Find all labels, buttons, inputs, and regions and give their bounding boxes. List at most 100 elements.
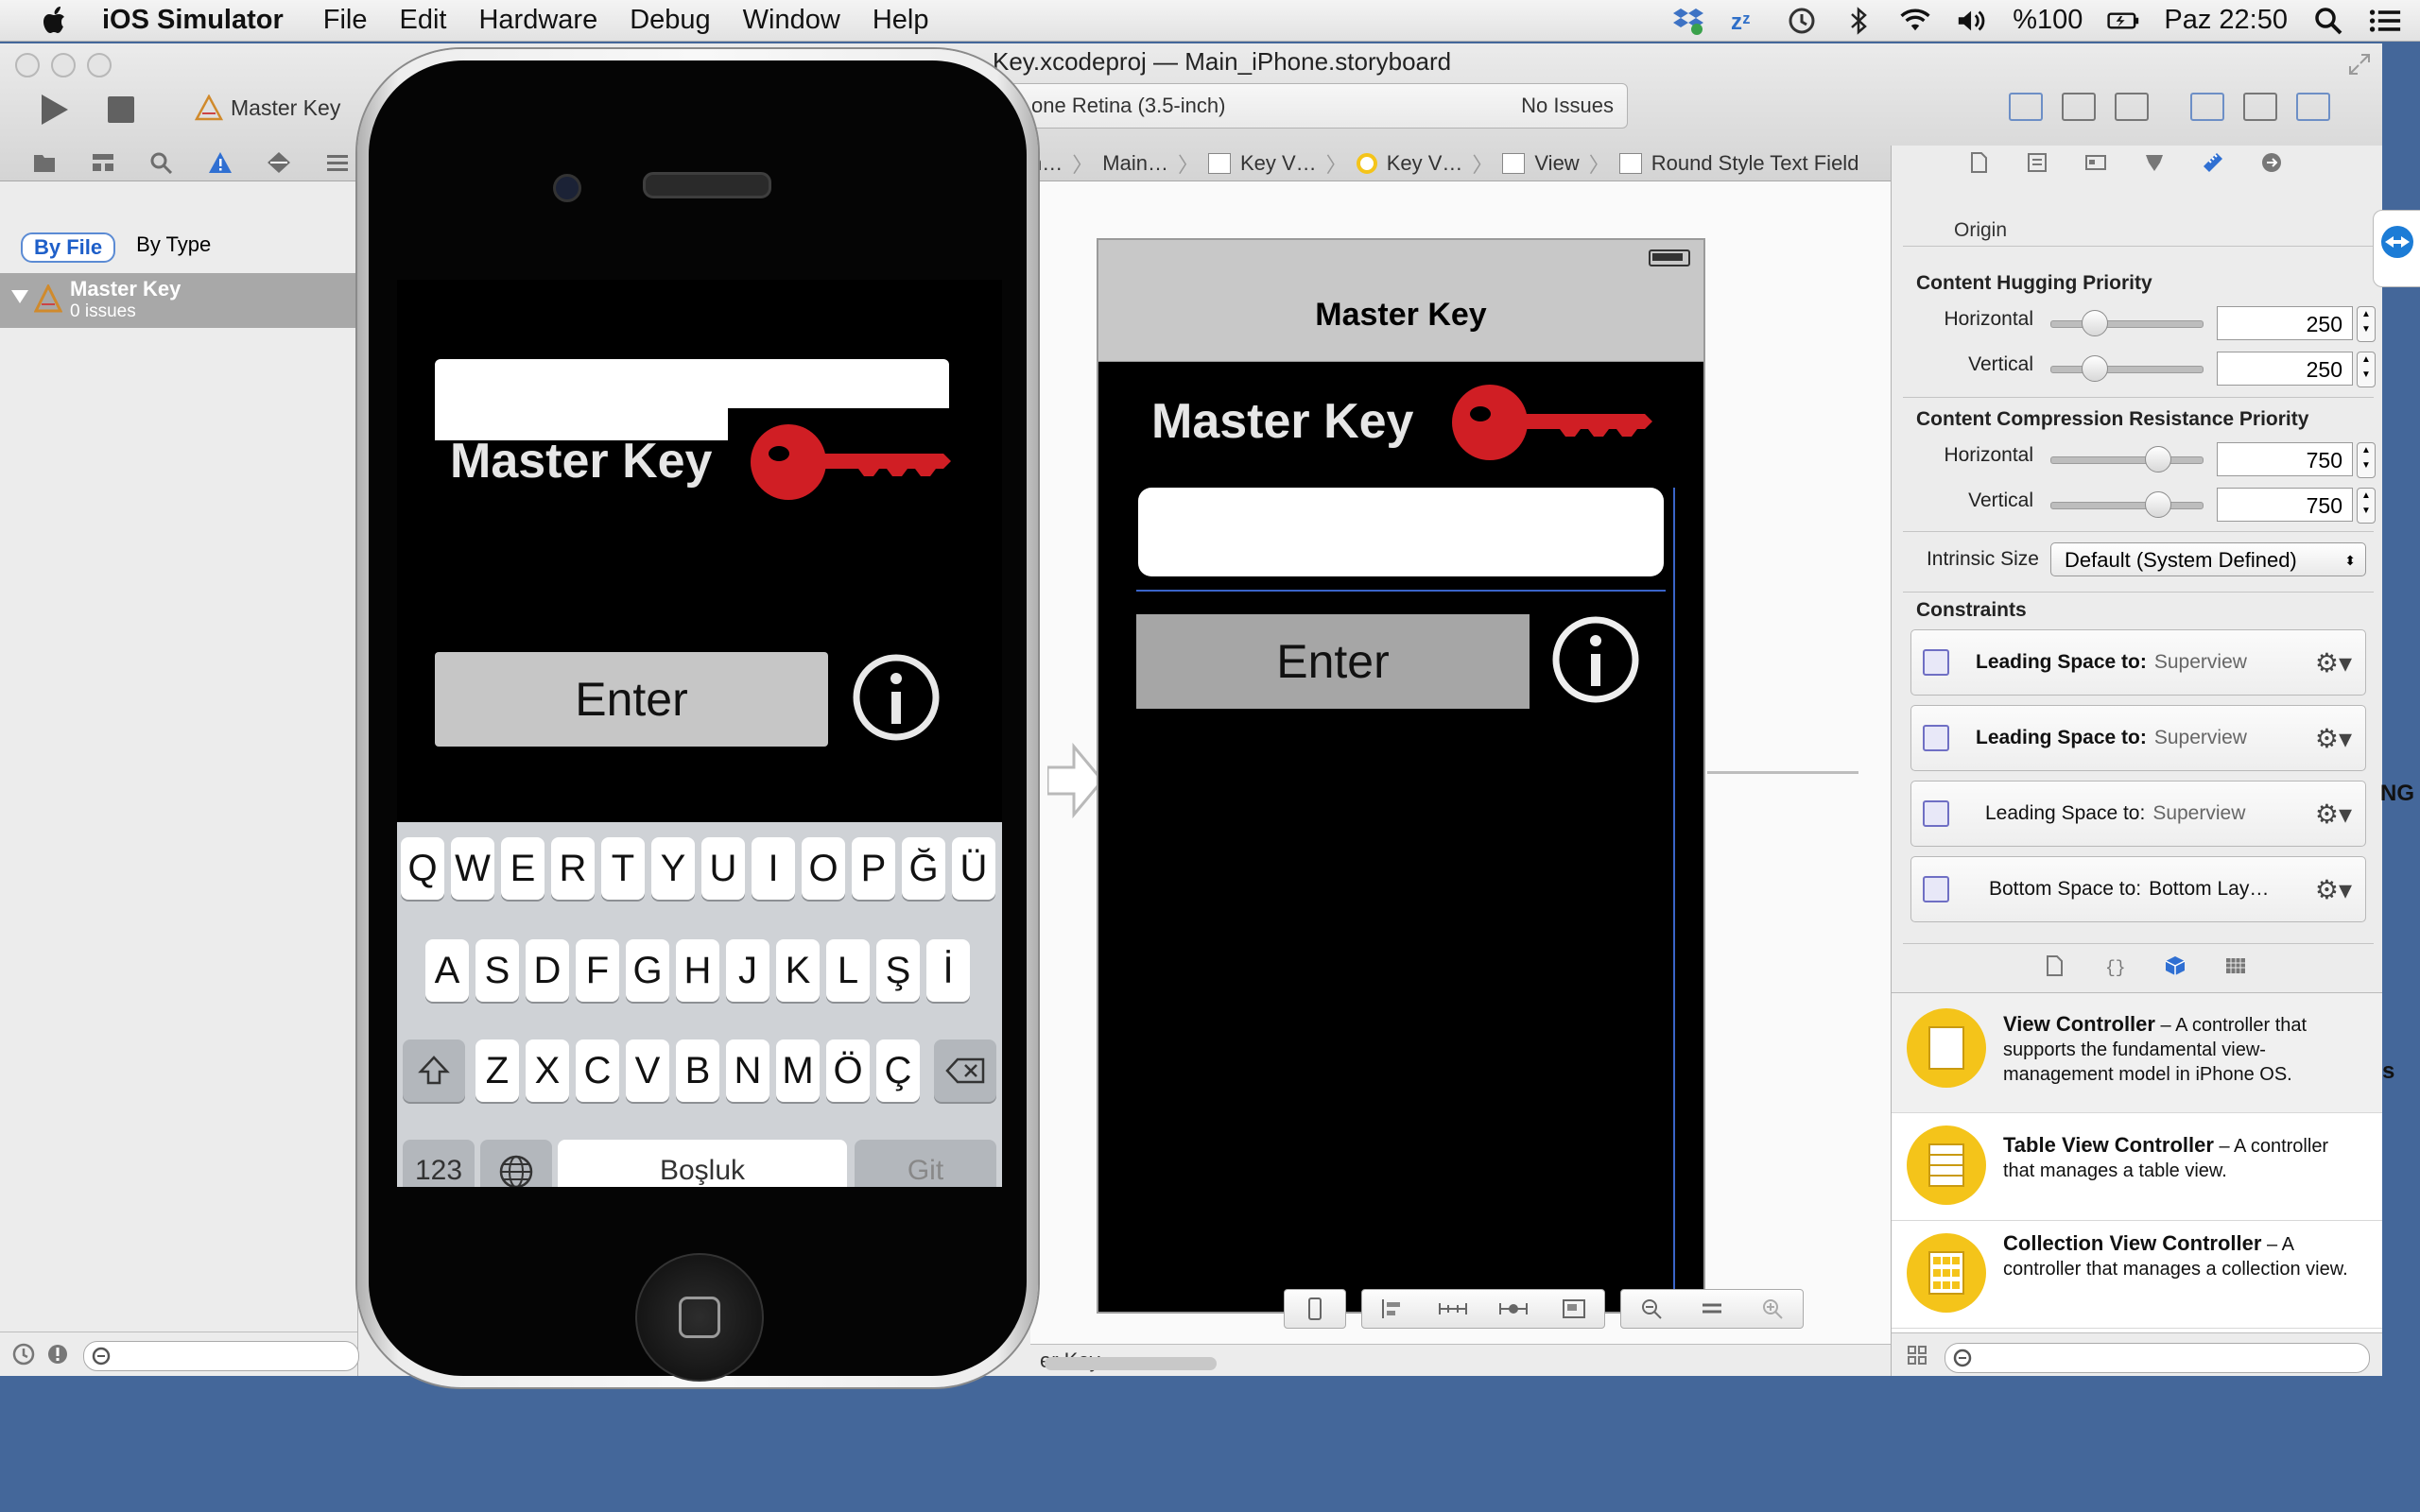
key[interactable]: E bbox=[501, 837, 544, 900]
hugging-horizontal-stepper[interactable]: ▲ ▼ bbox=[2357, 306, 2376, 342]
issues-filter-icon[interactable] bbox=[45, 1342, 70, 1366]
run-button[interactable] bbox=[38, 93, 72, 127]
object-library-icon[interactable] bbox=[2164, 954, 2187, 977]
file-template-library-icon[interactable] bbox=[2043, 954, 2066, 977]
compression-horizontal-field[interactable]: 750 bbox=[2217, 442, 2353, 476]
app-menu[interactable]: iOS Simulator bbox=[102, 5, 284, 36]
key[interactable]: K bbox=[776, 939, 820, 1002]
sim-text-field[interactable] bbox=[435, 359, 949, 408]
menu-file[interactable]: File bbox=[323, 5, 368, 36]
key[interactable]: R bbox=[551, 837, 595, 900]
constraint-item[interactable]: Leading Space to: Superview ⚙▾ bbox=[1910, 781, 2366, 847]
compression-horizontal-slider[interactable] bbox=[2050, 446, 2204, 472]
jumpbar-item[interactable]: View bbox=[1534, 151, 1579, 176]
fullscreen-icon[interactable] bbox=[2346, 51, 2373, 77]
hugging-horizontal-field[interactable]: 250 bbox=[2217, 306, 2353, 340]
wifi-icon[interactable] bbox=[1899, 5, 1931, 37]
key[interactable]: P bbox=[852, 837, 895, 900]
key-image-icon[interactable] bbox=[1446, 380, 1654, 465]
size-inspector-icon[interactable] bbox=[2202, 151, 2224, 174]
key[interactable]: F bbox=[576, 939, 619, 1002]
shift-key[interactable] bbox=[403, 1040, 465, 1102]
time-machine-icon[interactable] bbox=[1786, 5, 1818, 37]
compression-vertical-stepper[interactable]: ▲ ▼ bbox=[2357, 488, 2376, 524]
debug-navigator-icon[interactable] bbox=[325, 151, 350, 174]
apple-logo-icon[interactable] bbox=[36, 2, 74, 40]
connections-inspector-icon[interactable] bbox=[2260, 151, 2283, 174]
zoom-fit-icon[interactable] bbox=[1682, 1290, 1742, 1328]
device-screen[interactable]: Master Key Enter Q W E R T Y U I O P Ğ Ü bbox=[397, 280, 1002, 1187]
key[interactable]: İ bbox=[926, 939, 970, 1002]
form-factor-icon[interactable] bbox=[1285, 1290, 1345, 1328]
media-library-icon[interactable] bbox=[2224, 954, 2247, 977]
gear-icon[interactable]: ⚙▾ bbox=[2315, 874, 2352, 905]
key[interactable]: N bbox=[726, 1040, 769, 1102]
dropbox-icon[interactable] bbox=[1672, 5, 1704, 37]
teamviewer-widget[interactable] bbox=[2373, 210, 2420, 287]
by-file-filter[interactable]: By File bbox=[21, 232, 116, 263]
key[interactable]: C bbox=[576, 1040, 619, 1102]
key[interactable]: B bbox=[676, 1040, 719, 1102]
sleep-icon[interactable]: zᶻ bbox=[1729, 5, 1761, 37]
constraint-item[interactable]: Bottom Space to: Bottom Lay… ⚙▾ bbox=[1910, 856, 2366, 922]
delete-key[interactable] bbox=[934, 1040, 996, 1102]
slider-knob[interactable] bbox=[2144, 491, 2171, 518]
jumpbar-item[interactable]: Key V… bbox=[1387, 151, 1463, 176]
compression-vertical-slider[interactable] bbox=[2050, 491, 2204, 518]
standard-editor-icon[interactable] bbox=[2009, 93, 2043, 121]
quick-help-icon[interactable] bbox=[2026, 151, 2048, 174]
project-row[interactable]: Master Key 0 issues bbox=[0, 273, 357, 328]
space-key[interactable]: Boşluk bbox=[558, 1140, 847, 1187]
bluetooth-icon[interactable] bbox=[1842, 5, 1875, 37]
globe-key[interactable] bbox=[480, 1140, 552, 1187]
hugging-vertical-stepper[interactable]: ▲ ▼ bbox=[2357, 352, 2376, 387]
align-icon[interactable] bbox=[1362, 1290, 1423, 1328]
navigator-search-field[interactable] bbox=[83, 1341, 359, 1371]
key[interactable]: V bbox=[626, 1040, 669, 1102]
gear-icon[interactable]: ⚙▾ bbox=[2315, 723, 2352, 754]
scene-enter-button[interactable]: Enter bbox=[1136, 614, 1530, 709]
key[interactable]: Q bbox=[401, 837, 444, 900]
key[interactable]: M bbox=[776, 1040, 820, 1102]
navigator-toggle-icon[interactable] bbox=[2190, 93, 2224, 121]
by-type-filter[interactable]: By Type bbox=[136, 232, 211, 263]
zoom-out-icon[interactable] bbox=[1621, 1290, 1682, 1328]
version-editor-icon[interactable] bbox=[2115, 93, 2149, 121]
battery-icon[interactable] bbox=[2107, 5, 2139, 37]
scheme-selector[interactable]: Master Key bbox=[195, 94, 340, 121]
compression-horizontal-stepper[interactable]: ▲ ▼ bbox=[2357, 442, 2376, 478]
minimize-window-button[interactable] bbox=[51, 53, 76, 77]
menu-window[interactable]: Window bbox=[743, 5, 840, 36]
attributes-inspector-icon[interactable] bbox=[2143, 151, 2166, 174]
jumpbar-item[interactable]: Key V… bbox=[1240, 151, 1317, 176]
menu-help[interactable]: Help bbox=[873, 5, 929, 36]
find-navigator-icon[interactable] bbox=[149, 151, 174, 174]
key[interactable]: Ö bbox=[826, 1040, 870, 1102]
gear-icon[interactable]: ⚙▾ bbox=[2315, 647, 2352, 679]
notification-center-icon[interactable] bbox=[2369, 5, 2401, 37]
disclosure-triangle-icon[interactable] bbox=[11, 290, 28, 303]
slider-knob[interactable] bbox=[2081, 310, 2108, 336]
run-destination[interactable]: one Retina (3.5-inch) bbox=[1031, 94, 1225, 118]
numbers-key[interactable]: 123 bbox=[403, 1140, 475, 1187]
key[interactable]: T bbox=[601, 837, 645, 900]
go-key[interactable]: Git bbox=[855, 1140, 996, 1187]
gear-icon[interactable]: ⚙▾ bbox=[2315, 799, 2352, 830]
key[interactable]: S bbox=[475, 939, 519, 1002]
library-item-collection-view-controller[interactable]: Collection View Controller – A controlle… bbox=[1892, 1220, 2382, 1329]
resolve-autolayout-icon[interactable] bbox=[1483, 1290, 1544, 1328]
assistant-editor-icon[interactable] bbox=[2062, 93, 2096, 121]
hugging-vertical-field[interactable]: 250 bbox=[2217, 352, 2353, 386]
jumpbar-item[interactable]: Main… bbox=[1102, 151, 1168, 176]
utilities-toggle-icon[interactable] bbox=[2296, 93, 2330, 121]
constraint-item[interactable]: Leading Space to: Superview ⚙▾ bbox=[1910, 629, 2366, 696]
segue-line[interactable] bbox=[1707, 771, 1858, 774]
jumpbar-item-selected[interactable]: Round Style Text Field bbox=[1651, 151, 1859, 176]
key[interactable]: I bbox=[752, 837, 795, 900]
zoom-in-icon[interactable] bbox=[1742, 1290, 1803, 1328]
key[interactable]: Ğ bbox=[902, 837, 945, 900]
hugging-horizontal-slider[interactable] bbox=[2050, 310, 2204, 336]
slider-knob[interactable] bbox=[2081, 355, 2108, 382]
menu-hardware[interactable]: Hardware bbox=[478, 5, 597, 36]
zoom-window-button[interactable] bbox=[87, 53, 112, 77]
